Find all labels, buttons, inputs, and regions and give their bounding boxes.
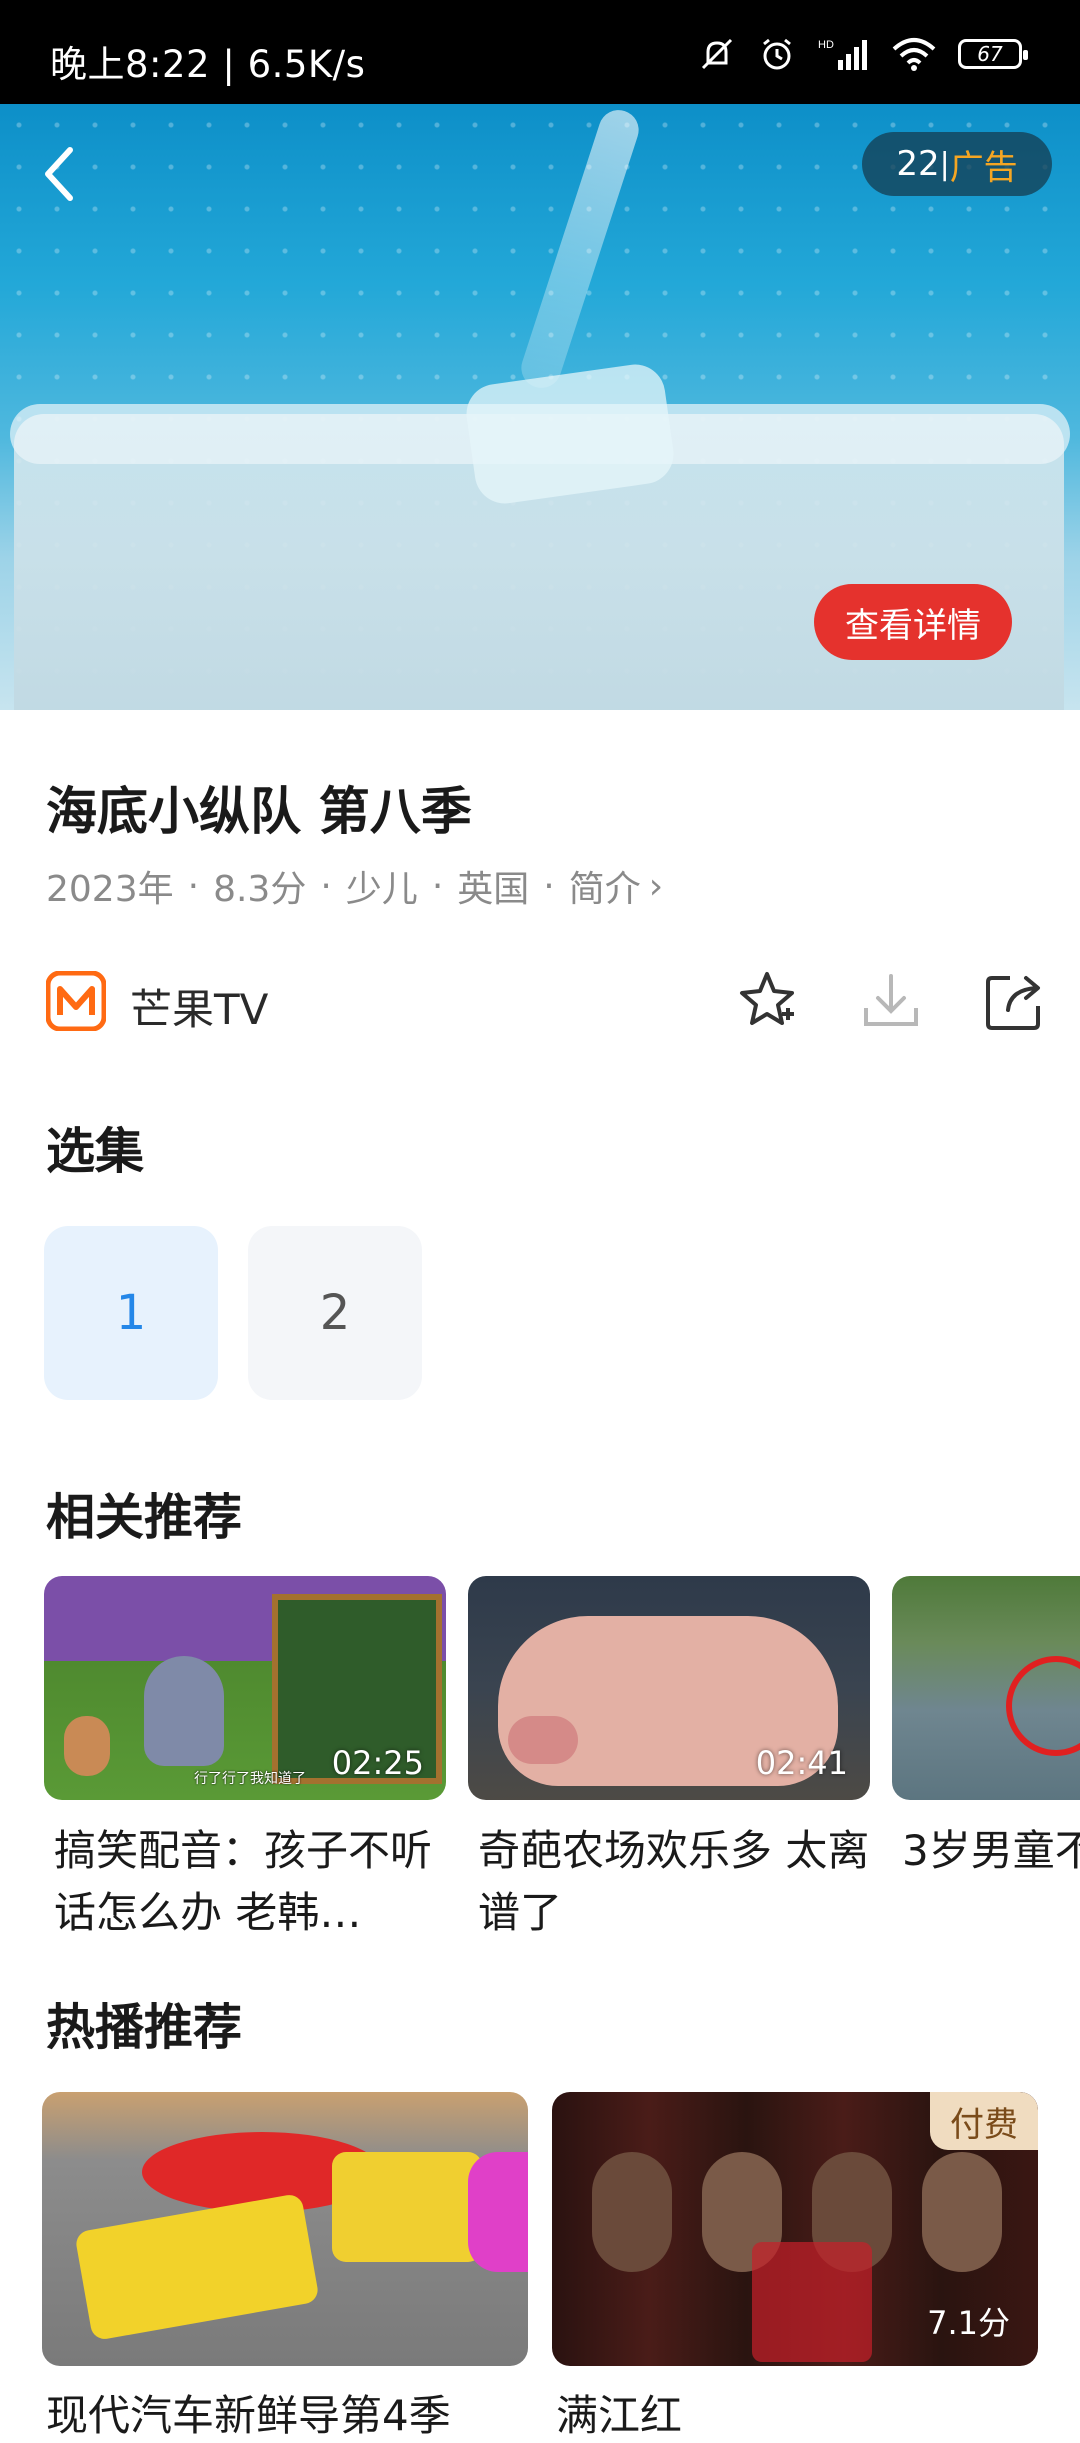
- status-icons: HD 67: [698, 34, 1028, 74]
- signal-icon: HD: [818, 39, 867, 70]
- show-title: 海底小纵队 第八季: [46, 783, 472, 842]
- hot-score: 7.1分: [927, 2304, 1010, 2342]
- related-thumbnail: [892, 1576, 1080, 1800]
- related-card[interactable]: 行了行了我知道了 02:25 搞笑配音：孩子不听话怎么办 老韩…: [44, 1576, 446, 1944]
- share-icon[interactable]: [980, 966, 1050, 1036]
- related-card[interactable]: 02:41 奇葩农场欢乐多 太离谱了: [468, 1576, 870, 1944]
- svg-text:HD: HD: [818, 39, 834, 51]
- meta-dot: ·: [543, 865, 555, 907]
- wifi-icon: [892, 38, 936, 71]
- intro-link[interactable]: 简介: [569, 860, 641, 912]
- status-time: 晚上8:22 | 6.5K/s: [50, 43, 366, 86]
- intro-chevron-icon[interactable]: ›: [649, 866, 663, 907]
- video-subtitle: 行了行了我知道了: [194, 1771, 306, 1787]
- paid-badge: 付费: [930, 2092, 1038, 2150]
- related-title: 3岁男童不水，保洁: [902, 1826, 1080, 1875]
- hot-card-title[interactable]: 现代汽车新鲜导第4季: [46, 2382, 451, 2443]
- related-thumbnail: 02:41: [468, 1576, 870, 1800]
- mango-tv-logo: [46, 971, 106, 1031]
- alarm-icon: [763, 38, 791, 70]
- hot-card-thumbnail[interactable]: [42, 2092, 528, 2366]
- episode-button-1[interactable]: 1: [44, 1226, 218, 1400]
- ad-countdown: 22: [896, 144, 940, 184]
- source-row: 芒果TV: [46, 966, 1046, 1036]
- episodes-heading: 选集: [46, 1123, 145, 1180]
- meta-region: 英国: [457, 869, 530, 910]
- video-duration: 02:25: [331, 1744, 424, 1782]
- episode-button-2[interactable]: 2: [248, 1226, 422, 1400]
- related-title: 搞笑配音：孩子不听话怎么办 老韩…: [54, 1826, 433, 1937]
- source-name[interactable]: 芒果TV: [130, 976, 268, 1037]
- ad-separator: |: [939, 146, 950, 182]
- related-heading: 相关推荐: [46, 1489, 243, 1546]
- download-icon[interactable]: [856, 966, 926, 1036]
- video-player[interactable]: 22 | 广告 查看详情: [0, 104, 1080, 710]
- video-duration: 02:41: [755, 1744, 848, 1782]
- related-thumbnail: 行了行了我知道了 02:25: [44, 1576, 446, 1800]
- back-arrow-icon[interactable]: [36, 144, 86, 204]
- status-bar: 晚上8:22 | 6.5K/s HD 67: [0, 0, 1080, 104]
- meta-genre: 少儿: [345, 869, 418, 910]
- hot-card-thumbnail[interactable]: 付费 7.1分: [552, 2092, 1038, 2366]
- hot-card-title[interactable]: 满江红: [556, 2382, 682, 2443]
- mute-bell-icon: [701, 38, 733, 70]
- ad-countdown-badge[interactable]: 22 | 广告: [862, 132, 1052, 196]
- favorite-star-icon[interactable]: [732, 966, 802, 1036]
- meta-year: 2023年: [46, 869, 174, 910]
- show-meta: 2023年 · 8.3分 · 少儿 · 英国 · 简介 ›: [46, 860, 663, 912]
- meta-dot: ·: [187, 865, 200, 907]
- related-title: 奇葩农场欢乐多 太离谱了: [478, 1826, 870, 1937]
- battery-icon: 67: [958, 39, 1028, 69]
- view-details-button[interactable]: 查看详情: [814, 584, 1012, 660]
- meta-score: 8.3分: [213, 869, 307, 910]
- related-card[interactable]: 3岁男童不水，保洁: [892, 1576, 1080, 1944]
- meta-dot: ·: [320, 865, 332, 907]
- meta-dot: ·: [431, 865, 444, 907]
- hot-heading: 热播推荐: [46, 1999, 243, 2056]
- ad-label: 广告: [949, 147, 1018, 188]
